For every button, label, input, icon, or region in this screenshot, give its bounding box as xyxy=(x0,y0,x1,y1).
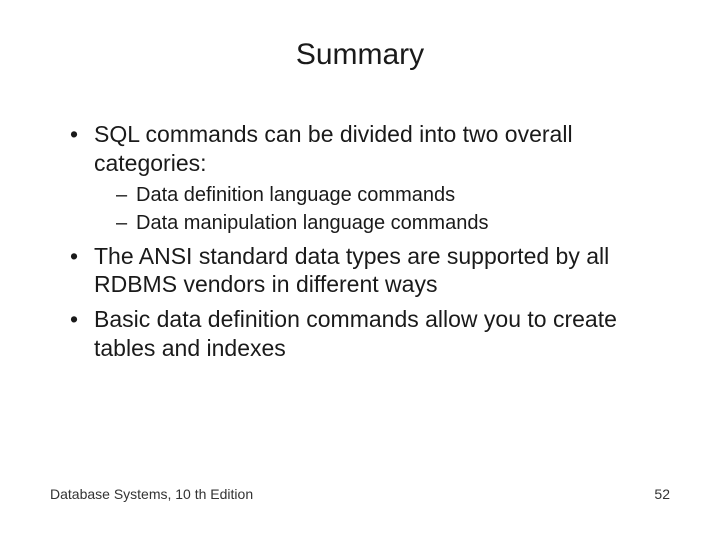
bullet-item: SQL commands can be divided into two ove… xyxy=(70,120,670,236)
footer-left: Database Systems, 10 th Edition xyxy=(50,486,253,502)
slide-body: SQL commands can be divided into two ove… xyxy=(50,120,670,363)
slide-title: Summary xyxy=(50,38,670,72)
bullet-text: The ANSI standard data types are support… xyxy=(94,243,609,298)
sub-bullet-item: Data manipulation language commands xyxy=(116,210,670,236)
sub-bullet-text: Data definition language commands xyxy=(136,184,455,206)
sub-bullet-text: Data manipulation language commands xyxy=(136,212,488,234)
slide: Summary SQL commands can be divided into… xyxy=(0,0,720,540)
bullet-list: SQL commands can be divided into two ove… xyxy=(70,120,670,363)
bullet-text: Basic data definition commands allow you… xyxy=(94,306,617,361)
sub-bullet-list: Data definition language commands Data m… xyxy=(94,182,670,236)
sub-bullet-item: Data definition language commands xyxy=(116,182,670,208)
slide-footer: Database Systems, 10 th Edition 52 xyxy=(50,486,670,502)
bullet-text: SQL commands can be divided into two ove… xyxy=(94,121,573,176)
bullet-item: Basic data definition commands allow you… xyxy=(70,305,670,363)
bullet-item: The ANSI standard data types are support… xyxy=(70,242,670,300)
footer-page-number: 52 xyxy=(654,486,670,502)
